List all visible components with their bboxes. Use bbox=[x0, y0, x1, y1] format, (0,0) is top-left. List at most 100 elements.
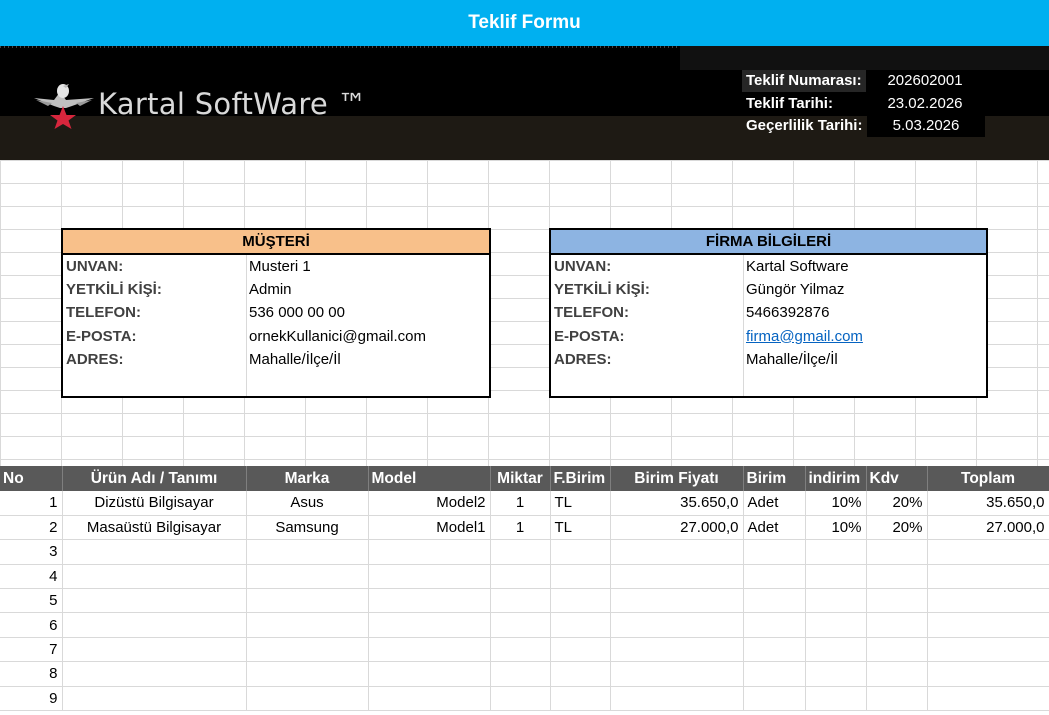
col-discount-cell[interactable]: 10% bbox=[805, 515, 867, 541]
col-model-cell[interactable] bbox=[368, 588, 491, 614]
customer-value[interactable]: Admin bbox=[249, 281, 292, 298]
col-unit-price-cell[interactable] bbox=[610, 686, 744, 712]
col-discount-cell[interactable] bbox=[805, 661, 867, 687]
col-currency-cell[interactable] bbox=[550, 588, 611, 614]
col-unit-cell[interactable] bbox=[743, 564, 806, 590]
col-discount-cell[interactable] bbox=[805, 612, 867, 638]
customer-value[interactable]: 536 000 00 00 bbox=[249, 304, 345, 321]
col-product-cell[interactable] bbox=[62, 564, 247, 590]
col-unit-cell[interactable]: Adet bbox=[743, 491, 806, 516]
col-no-cell[interactable]: 7 bbox=[0, 637, 63, 663]
col-model-cell[interactable] bbox=[368, 686, 491, 712]
col-quantity-cell[interactable] bbox=[490, 588, 551, 614]
col-unit-cell[interactable]: Adet bbox=[743, 515, 806, 541]
col-model-cell[interactable]: Model1 bbox=[368, 515, 491, 541]
col-total-cell[interactable] bbox=[927, 564, 1049, 590]
offer-validity-value[interactable]: 5.03.2026 bbox=[867, 115, 985, 137]
col-brand-cell[interactable] bbox=[246, 661, 369, 687]
company-value[interactable]: Kartal Software bbox=[746, 258, 849, 275]
col-unit-cell[interactable] bbox=[743, 539, 806, 565]
col-currency-header[interactable]: F.Birim bbox=[550, 466, 611, 491]
col-unit-price-cell[interactable] bbox=[610, 637, 744, 663]
col-currency-cell[interactable] bbox=[550, 686, 611, 712]
col-product-cell[interactable]: Dizüstü Bilgisayar bbox=[62, 491, 247, 516]
col-unit-price-cell[interactable] bbox=[610, 564, 744, 590]
col-currency-cell[interactable] bbox=[550, 539, 611, 565]
col-unit-cell[interactable] bbox=[743, 637, 806, 663]
col-model-cell[interactable] bbox=[368, 612, 491, 638]
col-model-cell[interactable] bbox=[368, 564, 491, 590]
col-no-cell[interactable]: 8 bbox=[0, 661, 63, 687]
col-vat-cell[interactable] bbox=[866, 686, 928, 712]
col-total-cell[interactable] bbox=[927, 661, 1049, 687]
col-total-cell[interactable]: 35.650,0 bbox=[927, 491, 1049, 516]
company-value[interactable]: Mahalle/İlçe/İl bbox=[746, 351, 838, 368]
col-total-header[interactable]: Toplam bbox=[927, 466, 1049, 491]
col-unit-cell[interactable] bbox=[743, 686, 806, 712]
col-quantity-cell[interactable] bbox=[490, 661, 551, 687]
col-brand-cell[interactable] bbox=[246, 637, 369, 663]
col-currency-cell[interactable] bbox=[550, 637, 611, 663]
col-unit-price-cell[interactable] bbox=[610, 588, 744, 614]
col-product-cell[interactable] bbox=[62, 637, 247, 663]
offer-date-value[interactable]: 23.02.2026 bbox=[865, 93, 985, 115]
col-model-cell[interactable] bbox=[368, 539, 491, 565]
col-brand-cell[interactable]: Asus bbox=[246, 491, 369, 516]
col-product-cell[interactable] bbox=[62, 661, 247, 687]
col-vat-cell[interactable]: 20% bbox=[866, 515, 928, 541]
col-quantity-cell[interactable] bbox=[490, 564, 551, 590]
company-email-link[interactable]: firma@gmail.com bbox=[746, 328, 863, 345]
col-brand-cell[interactable]: Samsung bbox=[246, 515, 369, 541]
col-total-cell[interactable] bbox=[927, 637, 1049, 663]
col-unit-price-cell[interactable]: 35.650,0 bbox=[610, 491, 744, 516]
col-discount-header[interactable]: indirim bbox=[805, 466, 867, 491]
col-currency-cell[interactable]: TL bbox=[550, 515, 611, 541]
col-model-cell[interactable] bbox=[368, 637, 491, 663]
col-unit-cell[interactable] bbox=[743, 612, 806, 638]
col-total-cell[interactable] bbox=[927, 588, 1049, 614]
col-quantity-cell[interactable]: 1 bbox=[490, 491, 551, 516]
col-quantity-cell[interactable] bbox=[490, 612, 551, 638]
customer-value[interactable]: ornekKullanici@gmail.com bbox=[249, 328, 426, 345]
col-vat-header[interactable]: Kdv bbox=[866, 466, 928, 491]
col-vat-cell[interactable] bbox=[866, 637, 928, 663]
col-product-cell[interactable] bbox=[62, 588, 247, 614]
col-discount-cell[interactable] bbox=[805, 686, 867, 712]
col-model-cell[interactable]: Model2 bbox=[368, 491, 491, 516]
col-total-cell[interactable] bbox=[927, 612, 1049, 638]
col-brand-cell[interactable] bbox=[246, 612, 369, 638]
offer-number-value[interactable]: 202602001 bbox=[865, 70, 985, 92]
col-no-header[interactable]: No bbox=[0, 466, 63, 491]
col-quantity-cell[interactable] bbox=[490, 539, 551, 565]
col-vat-cell[interactable] bbox=[866, 661, 928, 687]
company-value[interactable]: Güngör Yilmaz bbox=[746, 281, 844, 298]
col-brand-cell[interactable] bbox=[246, 539, 369, 565]
col-no-cell[interactable]: 3 bbox=[0, 539, 63, 565]
col-quantity-cell[interactable]: 1 bbox=[490, 515, 551, 541]
col-no-cell[interactable]: 9 bbox=[0, 686, 63, 712]
col-vat-cell[interactable] bbox=[866, 564, 928, 590]
col-product-cell[interactable] bbox=[62, 686, 247, 712]
col-total-cell[interactable] bbox=[927, 539, 1049, 565]
col-quantity-cell[interactable] bbox=[490, 686, 551, 712]
col-discount-cell[interactable] bbox=[805, 539, 867, 565]
col-brand-cell[interactable] bbox=[246, 588, 369, 614]
col-product-cell[interactable] bbox=[62, 612, 247, 638]
col-vat-cell[interactable]: 20% bbox=[866, 491, 928, 516]
col-vat-cell[interactable] bbox=[866, 588, 928, 614]
col-currency-cell[interactable] bbox=[550, 564, 611, 590]
col-discount-cell[interactable] bbox=[805, 564, 867, 590]
col-discount-cell[interactable]: 10% bbox=[805, 491, 867, 516]
col-no-cell[interactable]: 4 bbox=[0, 564, 63, 590]
col-no-cell[interactable]: 5 bbox=[0, 588, 63, 614]
col-product-cell[interactable] bbox=[62, 539, 247, 565]
col-brand-header[interactable]: Marka bbox=[246, 466, 369, 491]
col-vat-cell[interactable] bbox=[866, 612, 928, 638]
col-product-header[interactable]: Ürün Adı / Tanımı bbox=[62, 466, 247, 491]
col-unit-price-cell[interactable]: 27.000,0 bbox=[610, 515, 744, 541]
col-no-cell[interactable]: 6 bbox=[0, 612, 63, 638]
col-unit-header[interactable]: Birim bbox=[743, 466, 806, 491]
col-currency-cell[interactable]: TL bbox=[550, 491, 611, 516]
col-total-cell[interactable] bbox=[927, 686, 1049, 712]
col-currency-cell[interactable] bbox=[550, 612, 611, 638]
